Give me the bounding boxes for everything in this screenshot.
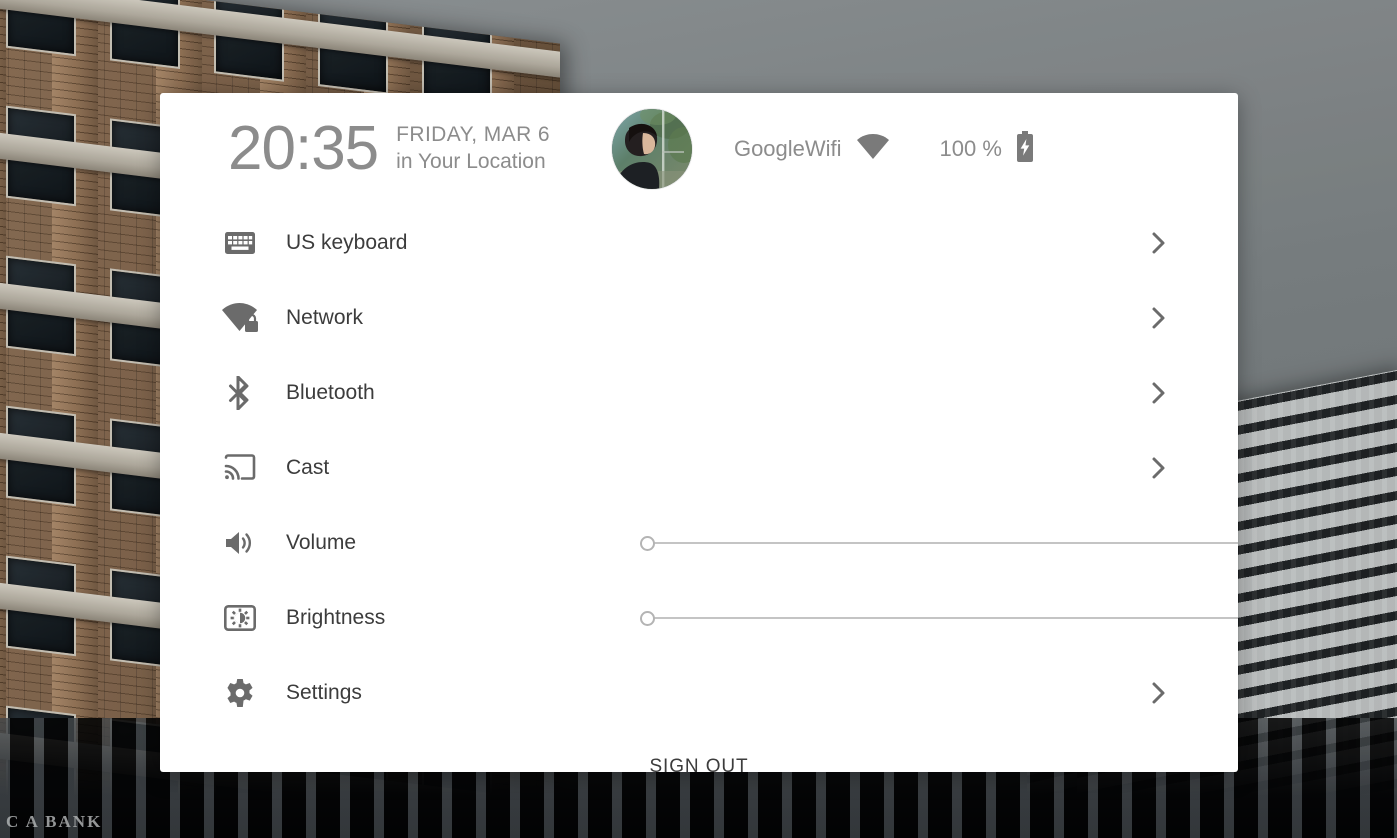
avatar-photo <box>611 109 692 189</box>
tray-row-network[interactable]: Network <box>160 280 1238 355</box>
gear-icon <box>218 671 262 715</box>
cast-icon <box>218 446 262 490</box>
tray-rows: US keyboard Network Bluetooth Cast Volum… <box>160 205 1238 730</box>
wifi-icon <box>856 133 890 165</box>
tray-row-cast-label: Cast <box>286 455 330 479</box>
volume-slider-track[interactable] <box>648 541 1238 544</box>
wifi-lock-icon <box>218 296 262 340</box>
tray-row-cast[interactable]: Cast <box>160 430 1238 505</box>
tray-row-brightness-label: Brightness <box>286 605 386 629</box>
chevron-right-icon[interactable] <box>1146 305 1172 331</box>
system-tray-panel: 20:35 FRIDAY, MAR 6 in Your Location Goo… <box>160 93 1238 772</box>
battery-status[interactable]: 100 % <box>940 131 1035 167</box>
tray-row-brightness[interactable]: Brightness <box>160 580 1238 655</box>
chevron-right-icon[interactable] <box>1146 380 1172 406</box>
network-name-label: GoogleWifi <box>733 136 842 161</box>
tray-row-settings-label: Settings <box>286 680 362 704</box>
tray-footer: SIGN OUT <box>160 730 1238 772</box>
tray-row-volume-label: Volume <box>286 530 357 554</box>
brightness-slider-knob[interactable] <box>640 610 655 626</box>
bluetooth-icon <box>218 371 262 415</box>
tray-row-network-label: Network <box>286 305 364 329</box>
tray-row-settings[interactable]: Settings <box>160 655 1238 730</box>
sign-out-button[interactable]: SIGN OUT <box>631 748 766 772</box>
volume-icon <box>218 521 262 565</box>
tray-row-keyboard[interactable]: US keyboard <box>160 205 1238 280</box>
tray-header: 20:35 FRIDAY, MAR 6 in Your Location Goo… <box>160 93 1238 205</box>
volume-slider-knob[interactable] <box>640 535 655 551</box>
tray-row-bluetooth[interactable]: Bluetooth <box>160 355 1238 430</box>
brightness-slider-track[interactable] <box>648 616 1238 619</box>
network-status[interactable]: GoogleWifi <box>733 133 890 165</box>
battery-percent-label: 100 % <box>939 136 1002 161</box>
date-location-block: FRIDAY, MAR 6 in Your Location <box>396 122 550 176</box>
chevron-right-icon[interactable] <box>1146 230 1172 256</box>
clock-time: 20:35 <box>228 114 379 183</box>
chevron-right-icon[interactable] <box>1146 455 1172 481</box>
date-label: FRIDAY, MAR 6 <box>396 123 550 147</box>
location-label: in Your Location <box>396 150 546 173</box>
brightness-icon <box>218 596 262 640</box>
volume-slider[interactable] <box>640 530 1238 556</box>
avatar[interactable] <box>611 109 692 189</box>
brightness-slider[interactable] <box>640 605 1238 631</box>
battery-charging-icon <box>1015 131 1035 167</box>
keyboard-icon <box>218 221 262 265</box>
chevron-right-icon[interactable] <box>1146 680 1172 706</box>
tray-row-keyboard-label: US keyboard <box>286 230 408 254</box>
tray-row-volume[interactable]: Volume <box>160 505 1238 580</box>
tray-row-bluetooth-label: Bluetooth <box>286 380 375 404</box>
